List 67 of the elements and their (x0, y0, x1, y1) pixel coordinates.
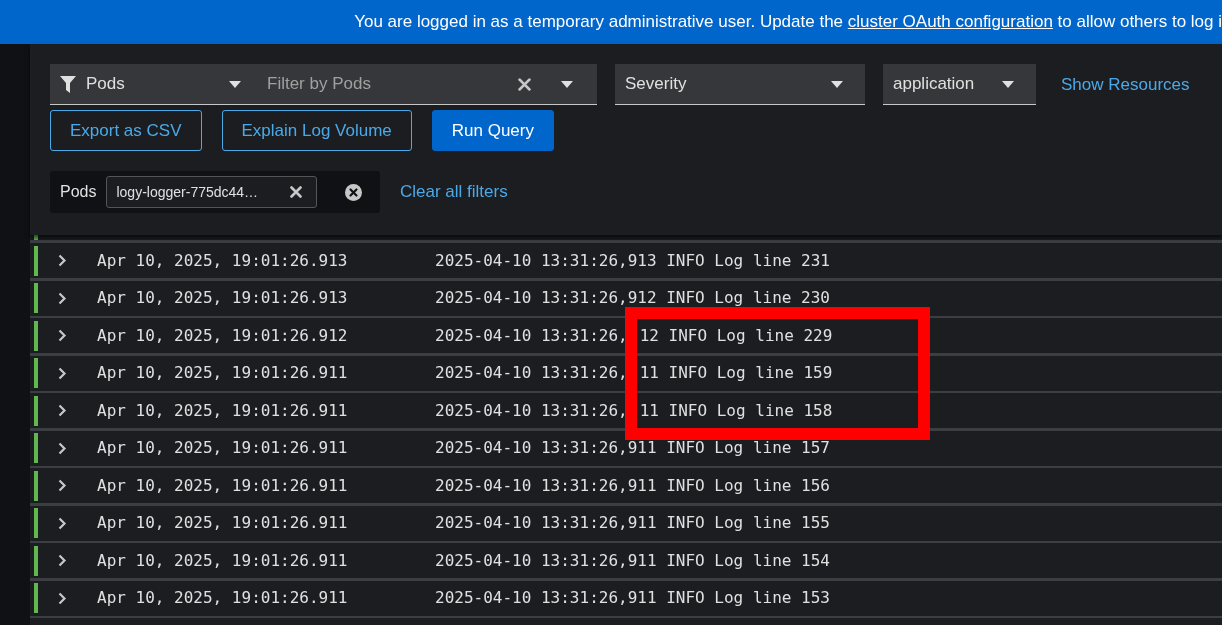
log-timestamp: Apr 10, 2025, 19:01:26.912 (97, 324, 349, 347)
expand-chevron-icon[interactable] (58, 329, 67, 342)
log-message: 2025-04-10 13:31:26, (435, 362, 628, 384)
log-message: 2025-04-10 13:31:26,911 INFO Log line 156 (435, 474, 830, 497)
expand-chevron-icon[interactable] (58, 591, 67, 605)
log-message: 2025-04-10 13:31:26,913 INFO Log line 231 (435, 249, 830, 272)
severity-bar (34, 320, 38, 351)
action-button[interactable]: Export as CSV (50, 110, 202, 151)
expand-chevron-icon[interactable] (58, 291, 67, 305)
expand-chevron-icon[interactable] (58, 366, 67, 380)
log-timestamp: Apr 10, 2025, 19:01:26.911 (97, 474, 349, 497)
log-message: 12 INFO Log line 229 (639, 324, 833, 347)
expand-chevron-icon[interactable] (58, 441, 67, 455)
severity-bar (34, 545, 38, 576)
run-query-button[interactable]: Run Query (431, 110, 554, 151)
severity-bar (34, 235, 38, 240)
expand-chevron-icon[interactable] (58, 479, 67, 492)
filter-icon (60, 75, 76, 93)
action-button[interactable]: Explain Log Volume (221, 110, 412, 151)
severity-bar (34, 358, 38, 388)
expand-chevron-icon[interactable] (58, 404, 67, 417)
clear-icon[interactable] (345, 183, 363, 201)
log-timestamp: Apr 10, 2025, 19:01:26.913 (97, 287, 349, 309)
log-timestamp: Apr 10, 2025, 19:01:26.913 (97, 249, 349, 272)
close-icon[interactable] (518, 77, 531, 91)
severity-bar (34, 508, 38, 538)
chip-label: logy-logger-775dc44… (116, 182, 260, 202)
log-message: 2025-04-10 13:31:26,911 INFO Log line 154 (435, 549, 830, 572)
log-message: 2025-04-10 13:31:26,912 INFO Log line 230 (435, 287, 830, 309)
oauth-config-link[interactable]: cluster OAuth configuration (847, 9, 1053, 35)
caret-icon (561, 80, 573, 88)
search-input[interactable]: Filter by Pods (267, 71, 488, 97)
severity-bar (34, 583, 38, 613)
banner-text: You are logged in as a temporary administrative user. Update the (354, 11, 845, 34)
severity-bar (34, 395, 38, 426)
log-timestamp: Apr 10, 2025, 19:01:26.911 (97, 437, 349, 459)
clear-all-filters-link[interactable]: Clear all filters (400, 179, 508, 205)
log-message: 11 INFO Log line 159 (639, 362, 833, 384)
close-icon[interactable] (290, 186, 303, 198)
severity-bar (34, 245, 38, 276)
banner-text: to allow others to log i (1056, 11, 1222, 34)
tenant-dropdown[interactable]: application (883, 64, 1036, 105)
log-timestamp: Apr 10, 2025, 19:01:26.911 (97, 399, 349, 422)
log-timestamp: Apr 10, 2025, 19:01:26.911 (97, 549, 349, 572)
log-timestamp: Apr 10, 2025, 19:01:26.911 (97, 512, 349, 534)
log-message: 2025-04-10 13:31:26,911 INFO Log line 155 (435, 512, 830, 534)
attribute-dropdown[interactable]: Pods (50, 64, 257, 105)
log-message: 2025-04-10 13:31:26, (435, 324, 628, 347)
show-resources-link[interactable]: Show Resources (1061, 71, 1190, 98)
filter-search-field[interactable]: Filter by Pods (257, 64, 597, 105)
chip-category: Pods (60, 182, 97, 202)
expand-chevron-icon[interactable] (58, 554, 67, 567)
log-timestamp: Apr 10, 2025, 19:01:26.911 (97, 362, 349, 384)
caret-icon (229, 80, 241, 88)
severity-bar (34, 470, 38, 501)
expand-chevron-icon[interactable] (58, 254, 67, 267)
severity-bar (34, 283, 38, 313)
log-message: 2025-04-10 13:31:26,911 INFO Log line 157 (435, 437, 830, 459)
log-message: 2025-04-10 13:31:26,911 INFO Log line 153 (435, 587, 830, 609)
log-timestamp: Apr 10, 2025, 19:01:26.911 (97, 587, 349, 609)
severity-bar (34, 433, 38, 463)
caret-icon (1002, 80, 1014, 88)
expand-chevron-icon[interactable] (58, 516, 67, 530)
severity-dropdown[interactable]: Severity (615, 64, 865, 105)
caret-icon (831, 80, 843, 88)
log-message: 11 INFO Log line 158 (639, 399, 833, 422)
log-message: 2025-04-10 13:31:26, (435, 399, 628, 422)
